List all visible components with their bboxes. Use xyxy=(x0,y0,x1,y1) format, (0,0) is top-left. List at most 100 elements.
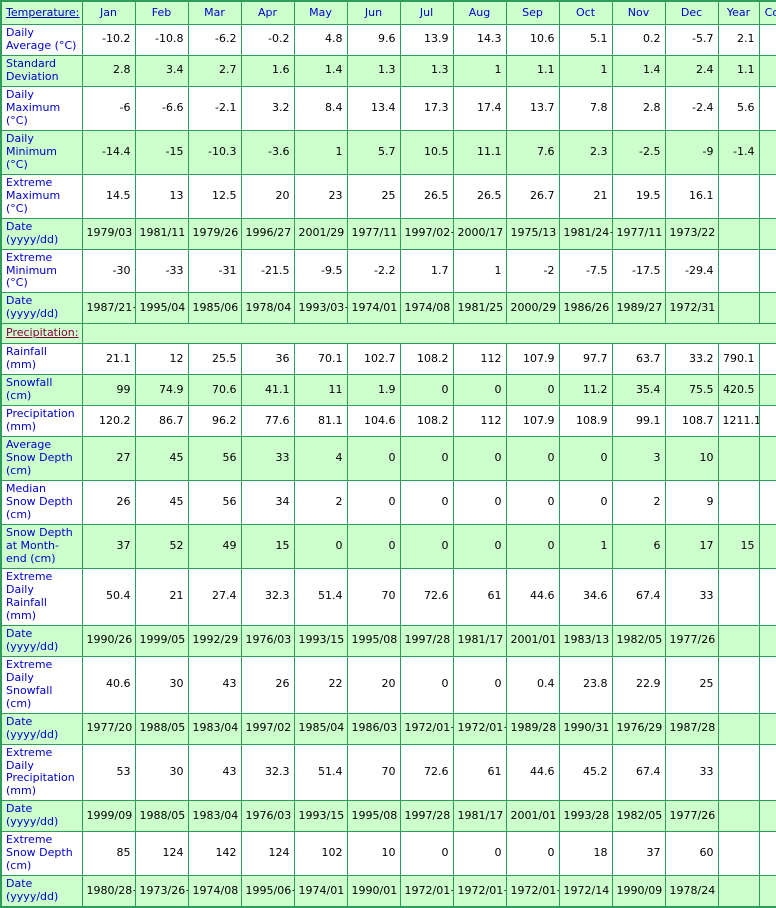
cell-value: 1972/01+ xyxy=(399,712,454,745)
cell-value: 67.4 xyxy=(611,567,666,626)
row-label: Date (yyyy/dd) xyxy=(0,292,83,325)
cell-value: 17 xyxy=(664,524,719,569)
cell-value: 14.5 xyxy=(81,173,136,219)
cell-value: 0 xyxy=(452,655,507,714)
cell-value: 1993/28 xyxy=(558,800,613,833)
cell-value: -6.2 xyxy=(187,24,242,56)
row-label: Date (yyyy/dd) xyxy=(0,712,83,745)
cell-value: 6 xyxy=(611,524,666,569)
section-header-precipitation: Precipitation: xyxy=(0,323,83,345)
table-row: Average Snow Depth (cm) 27 45 56 33 4 0 0 0 0 0 3 10… xyxy=(0,436,776,482)
cell-value: 1993/03+ xyxy=(293,292,348,325)
cell-value: 1995/08 xyxy=(346,624,401,657)
row-label: Median Snow Depth (cm) xyxy=(0,480,83,525)
cell-code xyxy=(758,173,776,219)
cell-value: 72.6 xyxy=(399,567,454,626)
cell-code xyxy=(758,831,776,877)
cell-value: 25 xyxy=(664,655,719,714)
cell-value: 108.2 xyxy=(399,343,454,376)
cell-value: 34 xyxy=(240,480,295,525)
cell-code xyxy=(758,624,776,657)
cell-value: -2 xyxy=(505,248,560,294)
cell-value: 70 xyxy=(346,567,401,626)
cell-value: 10.6 xyxy=(505,24,560,56)
cell-value: 1972/31 xyxy=(664,292,719,325)
cell-value: 1974/01 xyxy=(346,292,401,325)
cell-value: 22.9 xyxy=(611,655,666,714)
cell-value: 1997/02+ xyxy=(399,217,454,250)
row-label: Daily Minimum (°C) xyxy=(0,129,83,175)
cell-value: 49 xyxy=(187,524,242,569)
column-header-feb: Feb xyxy=(134,0,189,25)
cell-year xyxy=(717,743,760,802)
cell-value: 10 xyxy=(664,436,719,482)
cell-code xyxy=(758,712,776,745)
table-row: Date (yyyy/dd) 1990/26 1999/05 1992/29 1976/… xyxy=(0,624,776,657)
table-row: Daily Minimum (°C) -14.4 -15 -10.3 -3.6 1 5.7 1… xyxy=(0,129,776,175)
cell-year xyxy=(717,436,760,482)
column-header-mar: Mar xyxy=(187,0,242,25)
cell-year: -1.4 xyxy=(717,129,760,175)
table-row: Extreme Minimum (°C) -30 -33 -31 -21.5 -9.5 -2… xyxy=(0,248,776,294)
cell-value: 124 xyxy=(134,831,189,877)
cell-value: 35.4 xyxy=(611,374,666,407)
cell-value: -30 xyxy=(81,248,136,294)
table-row: Rainfall (mm) 21.1 12 25.5 36 70.1 102.7 108.2 1… xyxy=(0,343,776,376)
cell-value: 1983/13 xyxy=(558,624,613,657)
table-row: Median Snow Depth (cm)2645563420000029A xyxy=(0,480,776,525)
cell-value: 0 xyxy=(399,831,454,877)
cell-value: 33.2 xyxy=(664,343,719,376)
cell-value: 1997/28 xyxy=(399,800,454,833)
cell-value: 44.6 xyxy=(505,743,560,802)
table-row: Extreme Snow Depth (cm) 85 124 142 124 102 10 0… xyxy=(0,831,776,877)
cell-value: 7.6 xyxy=(505,129,560,175)
cell-value: 33 xyxy=(664,567,719,626)
cell-code xyxy=(758,217,776,250)
cell-value: 97.7 xyxy=(558,343,613,376)
cell-value: 1990/09 xyxy=(611,875,666,908)
cell-value: 1981/17 xyxy=(452,800,507,833)
cell-value: 1972/01+ xyxy=(399,875,454,908)
cell-value: 1972/14 xyxy=(558,875,613,908)
cell-value: 0 xyxy=(505,480,560,525)
table-row: Daily Average (°C) -10.2 -10.8 -6.2 -0.2 4.8 9… xyxy=(0,24,776,56)
cell-value: 74.9 xyxy=(134,374,189,407)
cell-year: 1.1 xyxy=(717,54,760,87)
cell-value: 45.2 xyxy=(558,743,613,802)
table-row: Date (yyyy/dd) 1977/20 1988/05 1983/04 1997/… xyxy=(0,712,776,745)
cell-value: 1.9 xyxy=(346,374,401,407)
cell-value: 72.6 xyxy=(399,743,454,802)
cell-code xyxy=(758,655,776,714)
cell-value: 5.7 xyxy=(346,129,401,175)
cell-value: -33 xyxy=(134,248,189,294)
cell-value: 1.1 xyxy=(505,54,560,87)
cell-value: 0 xyxy=(346,524,401,569)
cell-value: 1 xyxy=(558,54,613,87)
cell-value: 15 xyxy=(240,524,295,569)
cell-value: 2.8 xyxy=(81,54,136,87)
cell-value: 1977/26 xyxy=(664,800,719,833)
cell-code: A xyxy=(758,54,776,87)
cell-code: A xyxy=(758,436,776,482)
cell-value: 1978/24 xyxy=(664,875,719,908)
cell-value: 30 xyxy=(134,655,189,714)
cell-value: 1975/13 xyxy=(505,217,560,250)
cell-value: -9 xyxy=(664,129,719,175)
cell-value: 1982/05 xyxy=(611,624,666,657)
cell-value: 1 xyxy=(558,524,613,569)
cell-value: 4 xyxy=(293,436,348,482)
cell-value: -10.3 xyxy=(187,129,242,175)
cell-value: 1974/01 xyxy=(293,875,348,908)
cell-code: A xyxy=(758,374,776,407)
cell-value: 142 xyxy=(187,831,242,877)
cell-value: 1 xyxy=(293,129,348,175)
cell-value: 1973/22 xyxy=(664,217,719,250)
cell-value: 1995/08 xyxy=(346,800,401,833)
cell-value: 1990/31 xyxy=(558,712,613,745)
cell-value: 102 xyxy=(293,831,348,877)
cell-value: 1 xyxy=(452,54,507,87)
cell-value: 52 xyxy=(134,524,189,569)
cell-value: 1972/01+ xyxy=(452,712,507,745)
cell-value: 1972/01+ xyxy=(505,875,560,908)
cell-value: 27 xyxy=(81,436,136,482)
